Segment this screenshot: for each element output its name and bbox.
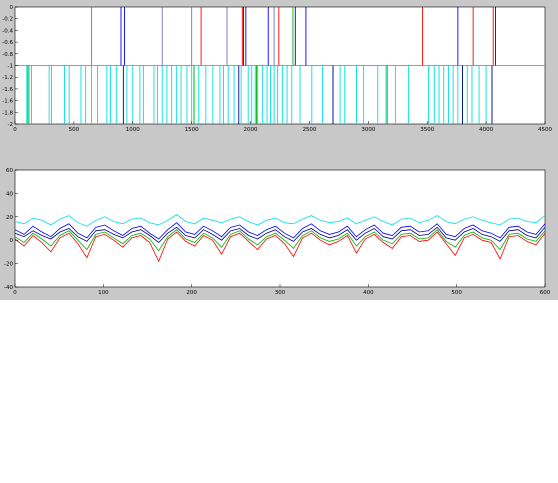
event-raster-x-tick-label: 1000 — [126, 127, 140, 133]
event-raster-x-tick-label: 1500 — [185, 127, 199, 133]
signal-line-axes: 0 100 200 300 400 500 600 6040200-20-40 — [4, 168, 551, 296]
event-raster-x-tick-label: 0 — [13, 127, 17, 133]
event-raster-x-tick-label: 4500 — [538, 127, 552, 133]
event-raster-axes: 0 500 1000 1500 2000 2500 3000 3500 4000 4500 0 -0… — [2, 5, 552, 133]
event-raster-x-tick-label: 3500 — [420, 127, 434, 133]
event-raster-y-tick-label: -0.4 — [2, 28, 13, 34]
signal-line-y-tick-label: 0 — [10, 238, 14, 244]
event-raster-x-tick-label: 500 — [69, 127, 80, 133]
signal-line-y-tick-label: 60 — [6, 168, 13, 174]
event-raster-y-tick-label: -0.8 — [2, 52, 13, 58]
event-raster-y-tick-label: -1.8 — [2, 110, 13, 116]
signal-line-y-tick-label: 40 — [6, 191, 13, 197]
event-raster-x-tick-label: 2500 — [302, 127, 316, 133]
signal-line-x-tick-label: 400 — [363, 290, 374, 296]
event-raster-y-tick-label: -0.6 — [2, 40, 13, 46]
signal-line-x-tick-label: 200 — [186, 290, 197, 296]
event-raster-y-tick-label: -2 — [8, 122, 13, 128]
signal-line-x-tick-label: 600 — [540, 290, 551, 296]
event-raster-x-tick-label: 3000 — [361, 127, 375, 133]
event-raster-y-tick-label: -1.6 — [2, 87, 13, 93]
signal-line-y-tick-label: -20 — [4, 262, 13, 268]
event-raster-x-tick-label: 4000 — [479, 127, 493, 133]
signal-line-y-tick-label: -40 — [4, 285, 13, 291]
signal-line-x-tick-label: 500 — [451, 290, 462, 296]
event-raster-y-tick-label: -1.6 — [2, 99, 13, 105]
event-raster-y-tick-label: -1.2 — [2, 75, 13, 81]
signal-line-x-tick-label: 0 — [13, 290, 17, 296]
event-raster-y-tick-label: -1 — [8, 64, 13, 70]
event-raster-y-tick-label: 0 — [10, 5, 14, 11]
figure-canvas: 0 500 1000 1500 2000 2500 3000 3500 4000 4500 0-0… — [2, 5, 552, 296]
event-raster-y-tick-label: -0.2 — [2, 17, 13, 23]
signal-line-x-tick-label: 100 — [98, 290, 109, 296]
signal-line-y-tick-label: 20 — [6, 215, 13, 221]
signal-line-x-tick-label: 300 — [275, 290, 286, 296]
event-raster-x-tick-label: 2000 — [244, 127, 258, 133]
